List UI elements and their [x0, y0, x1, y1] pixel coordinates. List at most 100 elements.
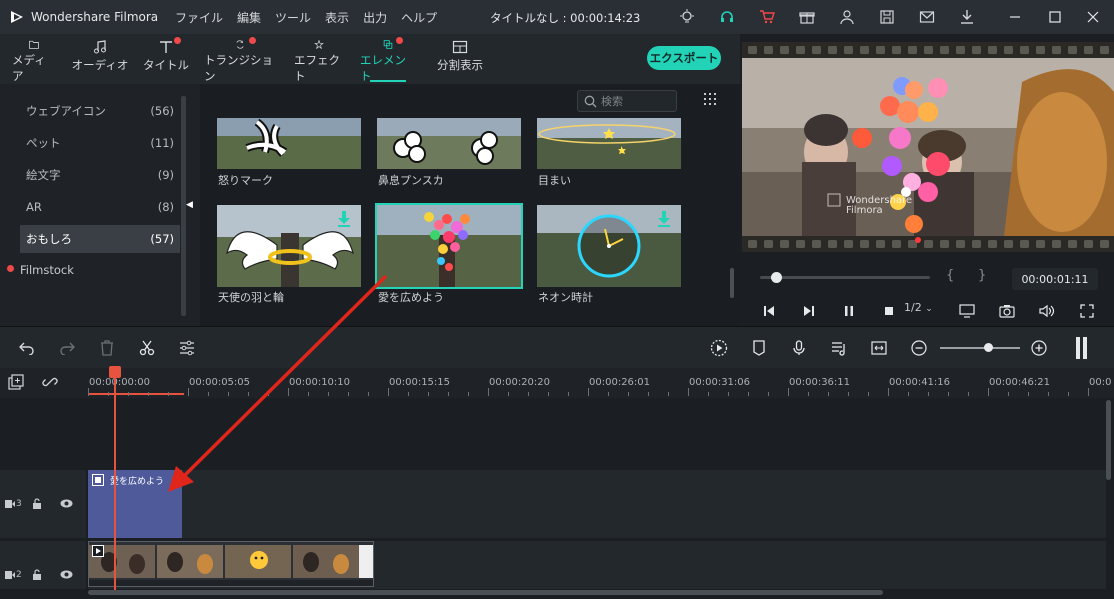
cut-icon[interactable]	[138, 339, 156, 357]
timeline-horizontal-scrollbar[interactable]	[88, 590, 883, 595]
volume-icon[interactable]	[1038, 302, 1056, 320]
lock-icon[interactable]	[32, 498, 42, 509]
filmstock-link[interactable]: Filmstock	[20, 263, 74, 277]
menu-file[interactable]: ファイル	[175, 9, 223, 26]
download-icon[interactable]	[958, 8, 976, 26]
collapse-sidebar-icon[interactable]: ◀	[186, 200, 193, 210]
ruler-tick	[908, 392, 909, 396]
export-button[interactable]: エクスポート	[647, 46, 721, 70]
step-back-icon[interactable]	[760, 302, 778, 320]
maximize-icon[interactable]	[1046, 8, 1064, 26]
fullscreen-icon[interactable]	[1078, 302, 1096, 320]
menu-tools[interactable]: ツール	[275, 9, 311, 26]
search-placeholder: 検索	[601, 95, 623, 108]
ruler-tick	[628, 392, 629, 396]
gift-icon[interactable]	[798, 8, 816, 26]
zoom-slider[interactable]	[940, 347, 1020, 349]
tab-split-screen[interactable]: 分割表示	[432, 34, 488, 84]
delete-icon[interactable]	[98, 339, 116, 357]
app-title: Wondershare Filmora	[31, 10, 159, 24]
ruler-tick	[948, 392, 949, 396]
playhead-handle[interactable]	[109, 366, 121, 378]
drag-annotation-arrow	[168, 274, 388, 492]
download-icon[interactable]	[657, 211, 671, 227]
eye-icon[interactable]	[60, 570, 73, 579]
audio-mixer-icon[interactable]	[830, 339, 848, 357]
category-web-icons[interactable]: ウェブアイコン (56)	[20, 97, 180, 125]
video-clip[interactable]	[88, 541, 374, 587]
zoom-fit-icon[interactable]	[870, 339, 888, 357]
element-clip-label: 愛を広めよう	[110, 477, 165, 487]
lightbulb-icon[interactable]	[678, 8, 696, 26]
ruler-tick	[768, 392, 769, 396]
tab-audio[interactable]: オーディオ	[70, 34, 130, 84]
display-settings-icon[interactable]	[958, 302, 976, 320]
tab-effect[interactable]: エフェクト	[294, 34, 344, 84]
tab-media[interactable]: メディア	[12, 34, 56, 84]
category-count: (56)	[150, 104, 174, 118]
close-icon[interactable]	[1084, 8, 1102, 26]
zoom-in-icon[interactable]	[1030, 339, 1048, 357]
save-icon[interactable]	[878, 8, 896, 26]
menu-edit[interactable]: 編集	[237, 9, 261, 26]
category-pets[interactable]: ペット (11)	[20, 129, 180, 157]
marker-icon[interactable]	[750, 339, 768, 357]
preview-scrubber[interactable]	[760, 276, 930, 279]
element-thumb-anger-mark[interactable]	[217, 118, 361, 169]
playback-ratio-select[interactable]: 1/2 ⌄	[904, 301, 933, 314]
category-count: (8)	[157, 200, 174, 214]
eye-icon[interactable]	[60, 499, 73, 508]
menu-export[interactable]: 出力	[363, 9, 387, 26]
timeline-vertical-scrollbar[interactable]	[1106, 400, 1111, 480]
film-sprocket	[796, 240, 805, 248]
search-input[interactable]: 検索	[577, 90, 677, 112]
tab-media-label: メディア	[12, 53, 46, 83]
cart-icon[interactable]	[758, 8, 776, 26]
element-thumb-dizzy[interactable]	[537, 118, 681, 169]
ruler-tick	[1048, 392, 1049, 396]
mark-in-button[interactable]: {	[946, 268, 954, 283]
minimize-icon[interactable]	[1006, 8, 1024, 26]
zoom-slider-handle[interactable]	[984, 343, 993, 352]
tab-title[interactable]: タイトル	[140, 34, 192, 84]
playhead[interactable]	[114, 368, 116, 590]
title-bar: Wondershare Filmora ファイル 編集 ツール 表示 出力 ヘル…	[0, 0, 1114, 34]
grid-view-icon[interactable]	[704, 93, 718, 107]
ruler-tick	[688, 388, 689, 396]
stop-icon[interactable]	[880, 302, 898, 320]
ruler-tick	[488, 388, 489, 396]
pause-icon[interactable]	[840, 302, 858, 320]
grid-scrollbar[interactable]	[730, 268, 734, 298]
category-emoji[interactable]: 絵文字 (9)	[20, 161, 180, 189]
track-3-controls: 3	[5, 498, 73, 509]
snapshot-icon[interactable]	[998, 302, 1016, 320]
film-sprocket	[940, 240, 949, 248]
download-icon[interactable]	[337, 211, 351, 227]
tab-split-screen-label: 分割表示	[437, 58, 483, 72]
headset-icon[interactable]	[718, 8, 736, 26]
account-icon[interactable]	[838, 8, 856, 26]
lock-icon[interactable]	[32, 569, 42, 580]
microphone-icon[interactable]	[790, 339, 808, 357]
redo-icon[interactable]	[58, 339, 76, 357]
category-funny[interactable]: おもしろ (57)	[20, 225, 180, 253]
play-icon[interactable]	[800, 302, 818, 320]
mark-out-button[interactable]: }	[978, 268, 986, 283]
element-thumb-snort[interactable]	[377, 118, 521, 169]
render-preview-icon[interactable]	[710, 339, 728, 357]
ruler-tick	[608, 392, 609, 396]
undo-icon[interactable]	[18, 339, 36, 357]
tab-transition[interactable]: トランジション	[204, 34, 276, 84]
menu-help[interactable]: ヘルプ	[401, 9, 437, 26]
track-header-2	[0, 541, 86, 589]
mail-icon[interactable]	[918, 8, 936, 26]
tab-element[interactable]: エレメント	[360, 34, 416, 84]
ruler-tick	[988, 388, 989, 396]
zoom-out-icon[interactable]	[910, 339, 928, 357]
panel-toggle-icon[interactable]	[1075, 336, 1089, 360]
element-thumb-neon-clock[interactable]	[537, 205, 681, 287]
menu-view[interactable]: 表示	[325, 9, 349, 26]
film-sprocket	[1020, 46, 1029, 54]
preview-scrubber-handle[interactable]	[771, 272, 782, 283]
category-ar[interactable]: AR (8)	[20, 193, 180, 221]
